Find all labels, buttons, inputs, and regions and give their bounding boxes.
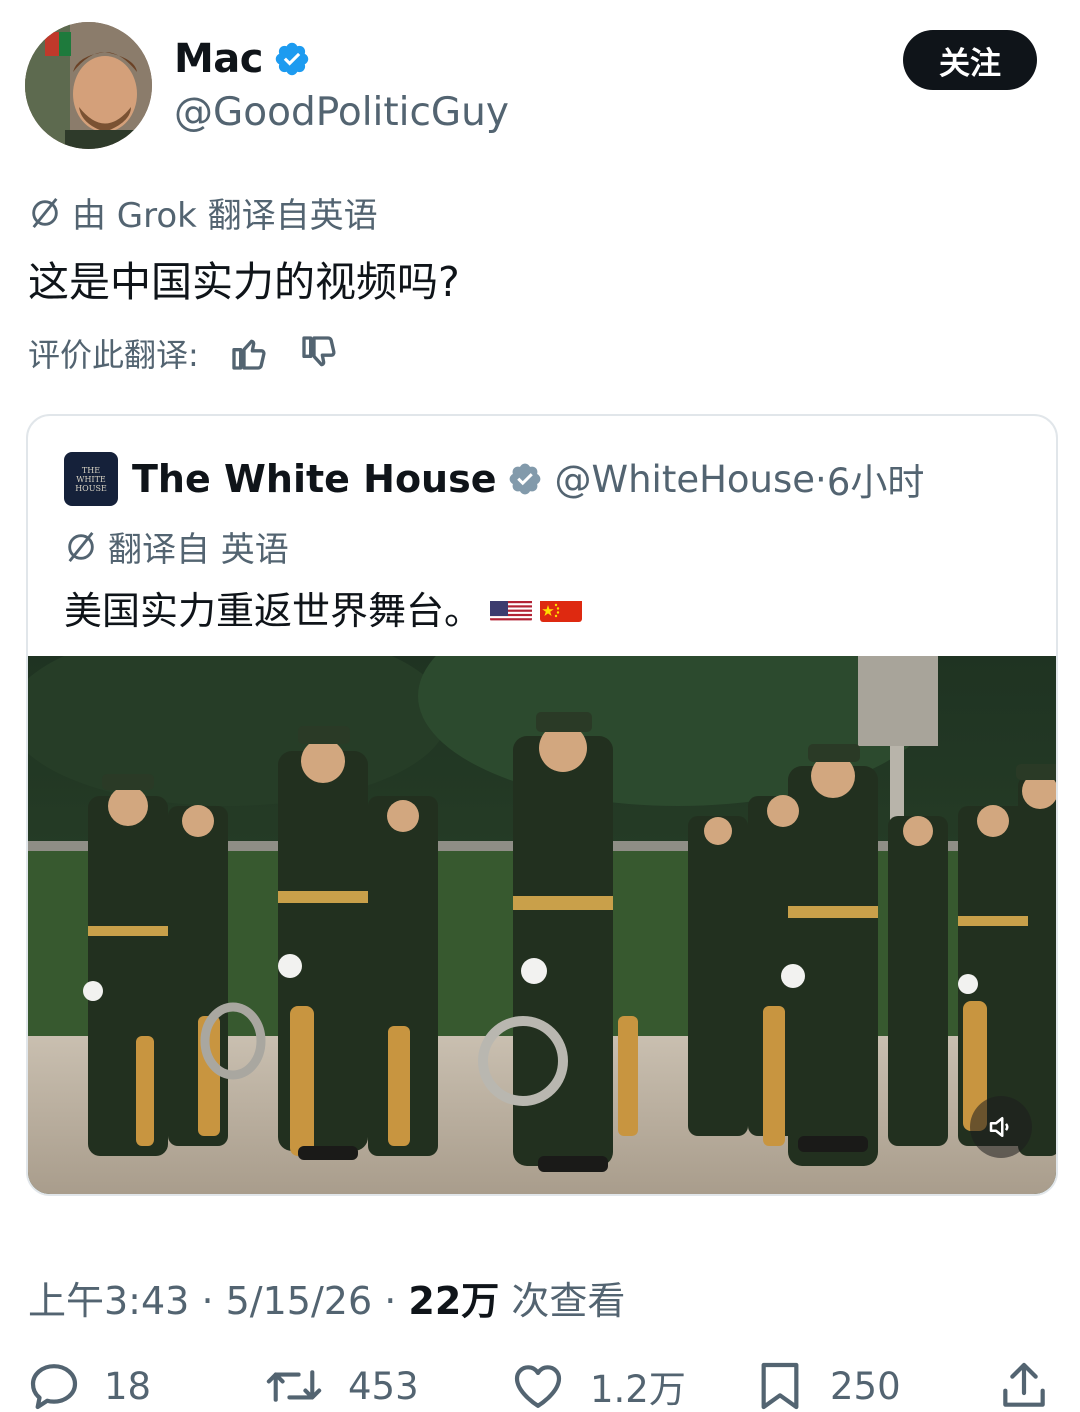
video-player[interactable]: [28, 656, 1056, 1194]
quoted-handle[interactable]: @WhiteHouse: [555, 458, 816, 501]
share-icon: [1003, 1362, 1045, 1407]
quoted-tweet-text: 美国实力重返世界舞台。: [64, 580, 583, 635]
reply-icon: [30, 1364, 78, 1410]
us-flag-icon: [490, 594, 533, 622]
author-display-name[interactable]: Mac: [174, 36, 264, 82]
speaker-muted-icon: [989, 1117, 1009, 1137]
grok-slash-icon: [32, 197, 58, 228]
tweet-meta: 上午3:43 · 5/15/26 · 22万 次查看: [28, 1279, 626, 1323]
share-button[interactable]: [996, 1358, 1052, 1412]
thumbs-up-icon[interactable]: [229, 333, 269, 373]
tweet-time[interactable]: 上午3:43: [28, 1279, 189, 1323]
separator-dot: ·: [815, 457, 827, 501]
retweet-icon: [266, 1370, 322, 1402]
retweet-button[interactable]: 453: [262, 1358, 419, 1412]
white-house-logo: THE WHITE HOUSE: [64, 452, 118, 506]
bookmark-icon: [761, 1362, 799, 1410]
quoted-tweet[interactable]: THE WHITE HOUSE The White House @WhiteHo…: [26, 414, 1058, 1196]
heart-icon: [514, 1365, 562, 1408]
verified-badge-icon: [275, 42, 309, 76]
bookmark-button[interactable]: 250: [752, 1358, 901, 1412]
tweet-date[interactable]: 5/15/26: [226, 1279, 373, 1323]
quoted-display-name[interactable]: The White House: [132, 457, 497, 501]
quoted-timestamp[interactable]: 6小时: [827, 452, 925, 506]
view-label: 次查看: [511, 1279, 626, 1323]
quoted-translation-note: 翻译自 英语: [64, 522, 289, 571]
cn-flag-icon: [540, 594, 583, 622]
reply-button[interactable]: 18: [26, 1358, 151, 1412]
translation-note-text: 由 Grok 翻译自英语: [72, 196, 378, 236]
author-handle[interactable]: @GoodPoliticGuy: [174, 90, 509, 135]
follow-button[interactable]: 关注: [903, 30, 1037, 90]
rate-translation-label: 评价此翻译:: [28, 336, 199, 374]
action-bar: 18 453 1.2万 250: [0, 1358, 1080, 1412]
tweet-text: 这是中国实力的视频吗?: [28, 258, 460, 306]
thumbs-down-icon[interactable]: [299, 333, 339, 373]
like-button[interactable]: 1.2万: [508, 1358, 686, 1412]
honor-guard-video-frame: [28, 656, 1056, 1194]
translate-slash-icon: [68, 531, 94, 562]
author-avatar[interactable]: [25, 22, 152, 149]
translation-note[interactable]: 由 Grok 翻译自英语: [28, 188, 378, 237]
view-count: 22万: [408, 1279, 500, 1323]
gray-verified-badge-icon: [509, 463, 540, 495]
mute-toggle-button[interactable]: [970, 1096, 1032, 1158]
